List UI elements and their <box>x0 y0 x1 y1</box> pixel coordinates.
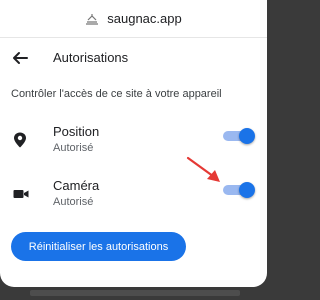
location-pin-icon <box>13 132 27 148</box>
background-text-hint <box>30 290 240 296</box>
permissions-sheet: saugnac.app Autorisations Contrôler l'ac… <box>0 0 267 287</box>
permission-status: Autorisé <box>53 142 94 154</box>
permission-name: Position <box>53 124 100 139</box>
permission-row-position[interactable]: Position Autorisé <box>0 124 267 158</box>
section-description: Contrôler l'accès de ce site à votre app… <box>11 88 222 100</box>
toggle-knob <box>239 182 255 198</box>
site-name: saugnac.app <box>107 11 182 26</box>
header: Autorisations <box>0 44 267 72</box>
top-bar: saugnac.app <box>0 0 267 38</box>
permission-name: Caméra <box>53 178 100 193</box>
annotation-arrow-icon <box>185 155 225 187</box>
back-arrow-icon[interactable] <box>10 48 30 68</box>
camera-toggle[interactable] <box>223 182 255 198</box>
permission-status: Autorisé <box>53 196 94 208</box>
toggle-knob <box>239 128 255 144</box>
site-emblem-icon <box>85 13 99 25</box>
reset-permissions-button[interactable]: Réinitialiser les autorisations <box>11 232 186 261</box>
position-toggle[interactable] <box>223 128 255 144</box>
page-title: Autorisations <box>53 50 129 65</box>
camera-icon <box>13 186 29 202</box>
permission-row-camera[interactable]: Caméra Autorisé <box>0 178 267 212</box>
